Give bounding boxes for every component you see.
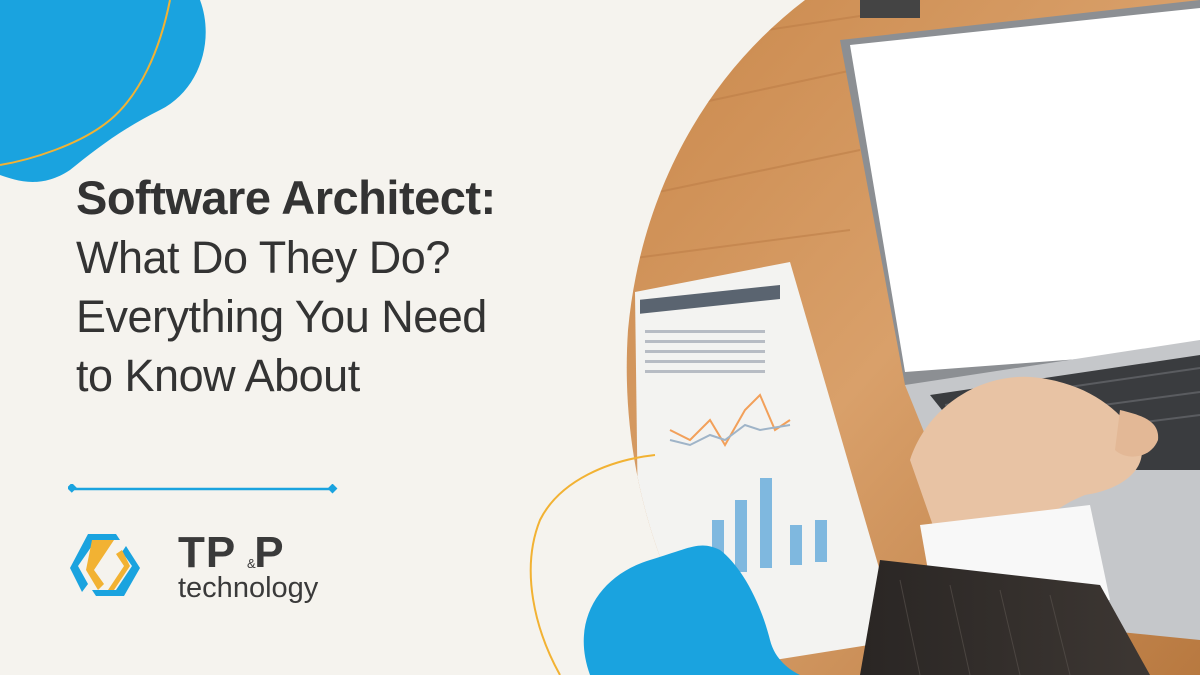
brand-ampersand: & xyxy=(247,556,256,571)
divider-line xyxy=(68,484,338,494)
headline-line-4: to Know About xyxy=(76,350,360,401)
brand-subtitle: technology xyxy=(178,572,319,604)
headline-line-3: Everything You Need xyxy=(76,291,487,342)
headline-line-2: What Do They Do? xyxy=(76,232,450,283)
headline: Software Architect: What Do They Do? Eve… xyxy=(76,168,616,405)
banner: Software Architect: What Do They Do? Eve… xyxy=(0,0,1200,675)
brand-name: TP P xyxy=(178,528,285,578)
brand-name-p: P xyxy=(254,528,285,577)
headline-line-1: Software Architect: xyxy=(76,171,496,224)
brand-name-tp: TP xyxy=(178,528,237,577)
